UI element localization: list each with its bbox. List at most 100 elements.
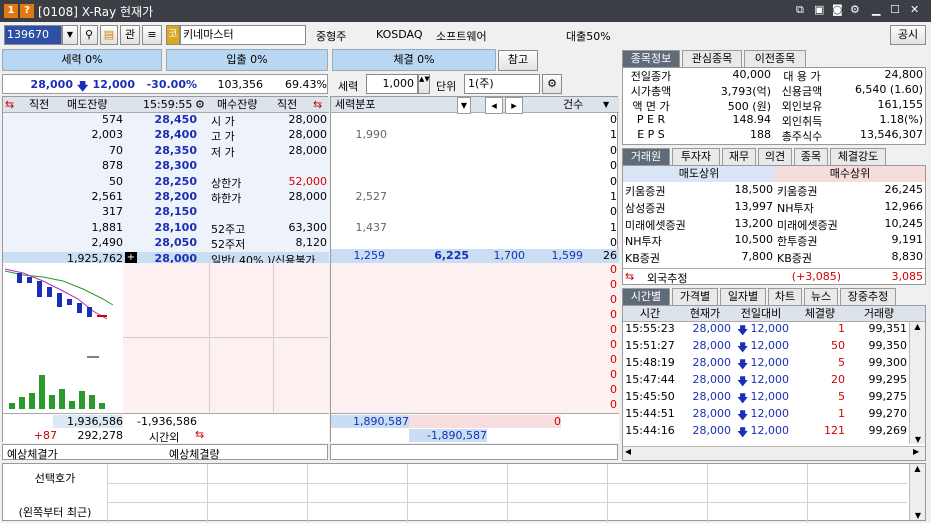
sell-broker-name[interactable]: NH투자 — [625, 233, 701, 249]
power-input[interactable]: 1,000 — [366, 74, 418, 94]
dist-count: 1 — [610, 190, 617, 203]
maximize-icon[interactable]: ☐ — [890, 3, 900, 16]
selected-quotes-sub: (왼쪽부터 최근) — [18, 506, 92, 519]
scroll-down-icon[interactable]: ▼ — [910, 511, 926, 520]
ask-price[interactable]: 28,050 — [127, 236, 197, 249]
tab-info_tabs-0[interactable]: 종목정보 — [622, 50, 680, 67]
info-label: 신용금액 — [781, 85, 823, 98]
sell-broker-name[interactable]: KB증권 — [625, 250, 701, 266]
search-icon[interactable]: ⚲ — [80, 25, 98, 45]
gwan-button[interactable]: 관 — [120, 25, 140, 45]
dist-count: 0 — [610, 236, 617, 250]
folder-icon[interactable]: ▤ — [100, 25, 118, 45]
buy-broker-name[interactable]: NH투자 — [777, 200, 853, 216]
hscroll-left-icon[interactable]: ◀ — [625, 447, 631, 456]
notice-button[interactable]: 공시 — [890, 25, 926, 45]
volume-bar — [59, 389, 65, 409]
swap-icon-right[interactable]: ⇆ — [313, 97, 322, 112]
tab-time_tabs-3[interactable]: 차트 — [768, 288, 802, 305]
count-dropdown-icon[interactable]: ▼ — [603, 97, 609, 112]
dist-count: 0 — [610, 205, 617, 219]
code-input[interactable]: 139670 — [4, 25, 62, 45]
ask-price[interactable]: 28,200 — [127, 190, 197, 203]
dist-header: 세력분포 ▼ ◂ ▸ 건수 ▼ — [331, 97, 619, 114]
stack-icon[interactable]: ≡ — [142, 25, 162, 45]
tab-broker_tabs-5[interactable]: 체결강도 — [830, 148, 886, 165]
volume-bar — [69, 401, 75, 409]
foreign-swap-icon[interactable]: ⇆ — [625, 270, 634, 283]
tab-time_tabs-1[interactable]: 가격별 — [672, 288, 718, 305]
buy-broker-name[interactable]: 미래에셋증권 — [777, 217, 853, 233]
help-icon[interactable]: ? — [20, 4, 34, 18]
copy-icon[interactable]: ▣ — [814, 3, 824, 16]
bottom-scrollbar[interactable]: ▲ ▼ — [909, 464, 925, 520]
tab-broker_tabs-0[interactable]: 거래원 — [622, 148, 670, 165]
close-icon[interactable]: ✕ — [910, 3, 919, 16]
tab-time_tabs-4[interactable]: 뉴스 — [804, 288, 838, 305]
info-value: 6,540 (1.60) — [854, 83, 923, 96]
ticks-scroll-down-icon[interactable]: ▼ — [910, 435, 926, 444]
tab-time_tabs-0[interactable]: 시간별 — [622, 288, 670, 305]
contract-button[interactable]: 체결 0% — [332, 49, 496, 71]
dist-totals: 1,890,587 0 -1,890,587 — [331, 413, 619, 443]
ask-price[interactable]: 28,150 — [127, 205, 197, 218]
stepper-icon[interactable]: ▲▼ — [418, 74, 430, 94]
tab-time_tabs-5[interactable]: 장중추정 — [840, 288, 896, 305]
ask-qty: 2,003 — [91, 128, 124, 142]
tab-broker_tabs-2[interactable]: 재무 — [722, 148, 756, 165]
tick-change: 12,000 — [750, 339, 790, 352]
minimize-icon[interactable]: ▁ — [872, 3, 880, 16]
dist-rows: 0 1,990 1 0 0 0 2,527 1 0 1,437 1 0 — [331, 113, 619, 265]
buy-broker-name[interactable]: 키움증권 — [777, 183, 853, 199]
tick-change: 12,000 — [750, 407, 790, 420]
ask-price[interactable]: 28,450 — [127, 113, 197, 126]
candle — [27, 277, 32, 283]
gear-small-icon[interactable]: ⚙ — [195, 97, 205, 112]
tab-broker_tabs-1[interactable]: 투자자 — [672, 148, 720, 165]
sell-broker-name[interactable]: 삼성증권 — [625, 200, 701, 216]
sell-broker-qty: 13,997 — [734, 199, 774, 213]
sell-broker-name[interactable]: 미래에셋증권 — [625, 217, 701, 233]
prev-arrow-icon[interactable]: ◂ — [485, 97, 503, 114]
power-button[interactable]: 세력 0% — [2, 49, 162, 71]
link-icon[interactable]: ⧉ — [796, 3, 804, 17]
selected-quotes-label: 선택호가 — [34, 472, 76, 485]
buy-broker-name[interactable]: 한투증권 — [777, 233, 853, 249]
tab-time_tabs-2[interactable]: 일자별 — [720, 288, 766, 305]
ticks-scrollbar[interactable]: ▲ ▼ — [909, 322, 925, 444]
next-arrow-icon[interactable]: ▸ — [505, 97, 523, 114]
dropdown-icon[interactable]: ▼ — [62, 25, 78, 45]
info-label: 대 용 가 — [783, 70, 821, 83]
gear-icon[interactable]: ⚙ — [850, 3, 860, 16]
sell-broker-name[interactable]: 키움증권 — [625, 183, 701, 199]
ask-price[interactable]: 28,350 — [127, 144, 197, 157]
swap-icon[interactable]: ⇆ — [5, 97, 14, 112]
ticks-hscrollbar[interactable]: ◀ ▶ — [623, 446, 925, 460]
tab-info_tabs-2[interactable]: 이전종목 — [744, 50, 806, 67]
plus-icon[interactable]: + — [125, 251, 137, 263]
ref-button[interactable]: 참고 — [498, 50, 538, 71]
tab-info_tabs-1[interactable]: 관심종목 — [682, 50, 742, 67]
dist-dropdown-icon[interactable]: ▼ — [457, 97, 471, 114]
unit-select[interactable]: 1(주) — [464, 74, 540, 94]
ask-price[interactable]: 28,400 — [127, 128, 197, 141]
scroll-up-icon[interactable]: ▲ — [910, 464, 925, 473]
buy-broker-name[interactable]: KB증권 — [777, 250, 853, 266]
tick-qty: 121 — [824, 424, 845, 437]
swap-icon-bottom[interactable]: ⇆ — [195, 428, 204, 441]
ask-qty: 2,561 — [91, 190, 124, 203]
tick-change: 12,000 — [750, 424, 790, 437]
camera-icon[interactable]: ◙ — [832, 3, 843, 16]
ask-price[interactable]: 28,300 — [127, 159, 197, 172]
tab-broker_tabs-3[interactable]: 의견 — [758, 148, 792, 165]
ask-price[interactable]: 28,100 — [127, 221, 197, 234]
tick-time: 15:55:23 — [625, 322, 675, 335]
info-label: 전일종가 — [630, 70, 672, 83]
settings-gear-icon[interactable]: ⚙ — [542, 74, 562, 94]
buy-broker-qty: 9,191 — [891, 233, 924, 247]
ask-price[interactable]: 28,250 — [127, 175, 197, 188]
tab-broker_tabs-4[interactable]: 종목 — [794, 148, 828, 165]
ticks-scroll-up-icon[interactable]: ▲ — [910, 322, 925, 331]
inflow-button[interactable]: 입출 0% — [166, 49, 328, 71]
hscroll-right-icon[interactable]: ▶ — [913, 447, 919, 456]
